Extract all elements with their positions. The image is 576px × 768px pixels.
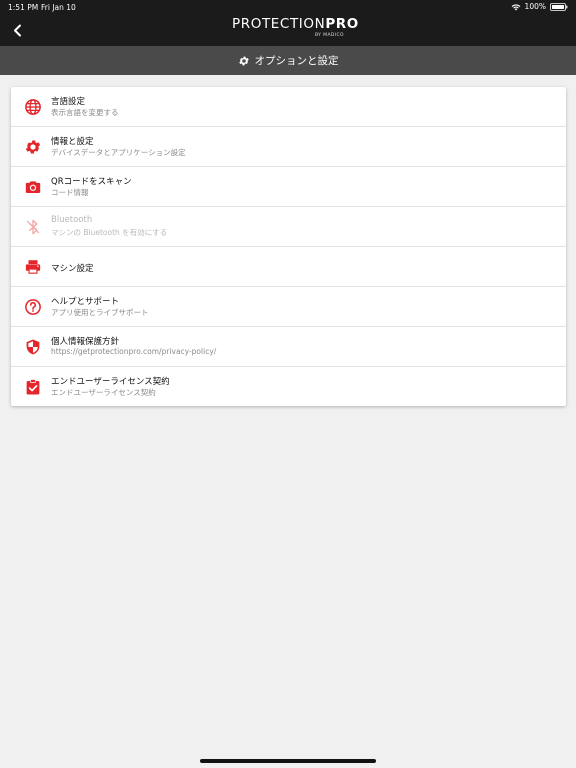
menu-item-subtitle: 表示言語を変更する [51,108,119,117]
gear-icon [23,137,43,157]
menu-item-title: Bluetooth [51,215,93,225]
globe-icon [23,97,43,117]
menu-item-title: エンドユーザーライセンス契約 [51,377,170,387]
menu-item-title: QRコードをスキャン [51,177,132,187]
battery-percent: 100% [524,2,546,11]
battery-icon [550,2,568,11]
menu-item-machine-settings[interactable]: マシン設定 [11,247,566,287]
menu-item-title: 言語設定 [51,97,86,107]
wifi-icon [511,3,521,11]
menu-item-help-support[interactable]: ヘルプとサポート アプリ使用とライブサポート [11,287,566,327]
menu-item-title: 情報と設定 [51,137,94,147]
shield-icon [23,337,43,357]
help-icon [23,297,43,317]
gear-icon [238,56,249,65]
printer-icon [23,257,43,277]
menu-item-scan-qr[interactable]: QRコードをスキャン コード情報 [11,167,566,207]
menu-item-language[interactable]: 言語設定 表示言語を変更する [11,87,566,127]
home-indicator[interactable] [200,759,376,763]
logo-pro-text: PRO [325,16,359,32]
sub-header: オプションと設定 [0,46,576,75]
menu-item-subtitle: アプリ使用とライブサポート [51,308,149,317]
menu-item-subtitle: マシンの Bluetooth を有効にする [51,228,168,237]
clipboard-check-icon [23,377,43,397]
menu-item-bluetooth[interactable]: Bluetooth マシンの Bluetooth を有効にする [11,207,566,247]
page-title: オプションと設定 [254,55,339,67]
app-logo: PROTECTIONPRO BY MADICO [232,16,358,44]
status-time: 1:51 PM [8,3,39,12]
menu-item-title: マシン設定 [51,264,94,274]
menu-item-info-settings[interactable]: 情報と設定 デバイスデータとアプリケーション設定 [11,127,566,167]
status-indicators: 100% [511,2,568,11]
settings-list: 言語設定 表示言語を変更する 情報と設定 デバイスデータとアプリケーション設定 … [11,87,566,406]
menu-item-privacy-policy[interactable]: 個人情報保護方針 https://getprotectionpro.com/pr… [11,327,566,367]
logo-sub-text: BY MADICO [314,33,344,38]
menu-item-eula[interactable]: エンドユーザーライセンス契約 エンドユーザーライセンス契約 [11,367,566,407]
menu-item-subtitle: https://getprotectionpro.com/privacy-pol… [51,347,217,356]
top-bar: 1:51 PM Fri Jan 10 100% PROTECTIONPRO BY… [0,0,576,46]
menu-item-title: 個人情報保護方針 [51,337,120,347]
chevron-left-icon [13,24,21,36]
back-button[interactable] [8,20,26,40]
menu-item-title: ヘルプとサポート [51,297,120,307]
menu-item-subtitle: コード情報 [51,188,89,197]
menu-item-subtitle: エンドユーザーライセンス契約 [51,388,156,397]
camera-icon [23,177,43,197]
bluetooth-disabled-icon [23,217,43,237]
menu-item-subtitle: デバイスデータとアプリケーション設定 [51,148,186,157]
logo-main-text: PROTECTION [232,16,326,32]
status-date: Fri Jan 10 [41,3,76,12]
